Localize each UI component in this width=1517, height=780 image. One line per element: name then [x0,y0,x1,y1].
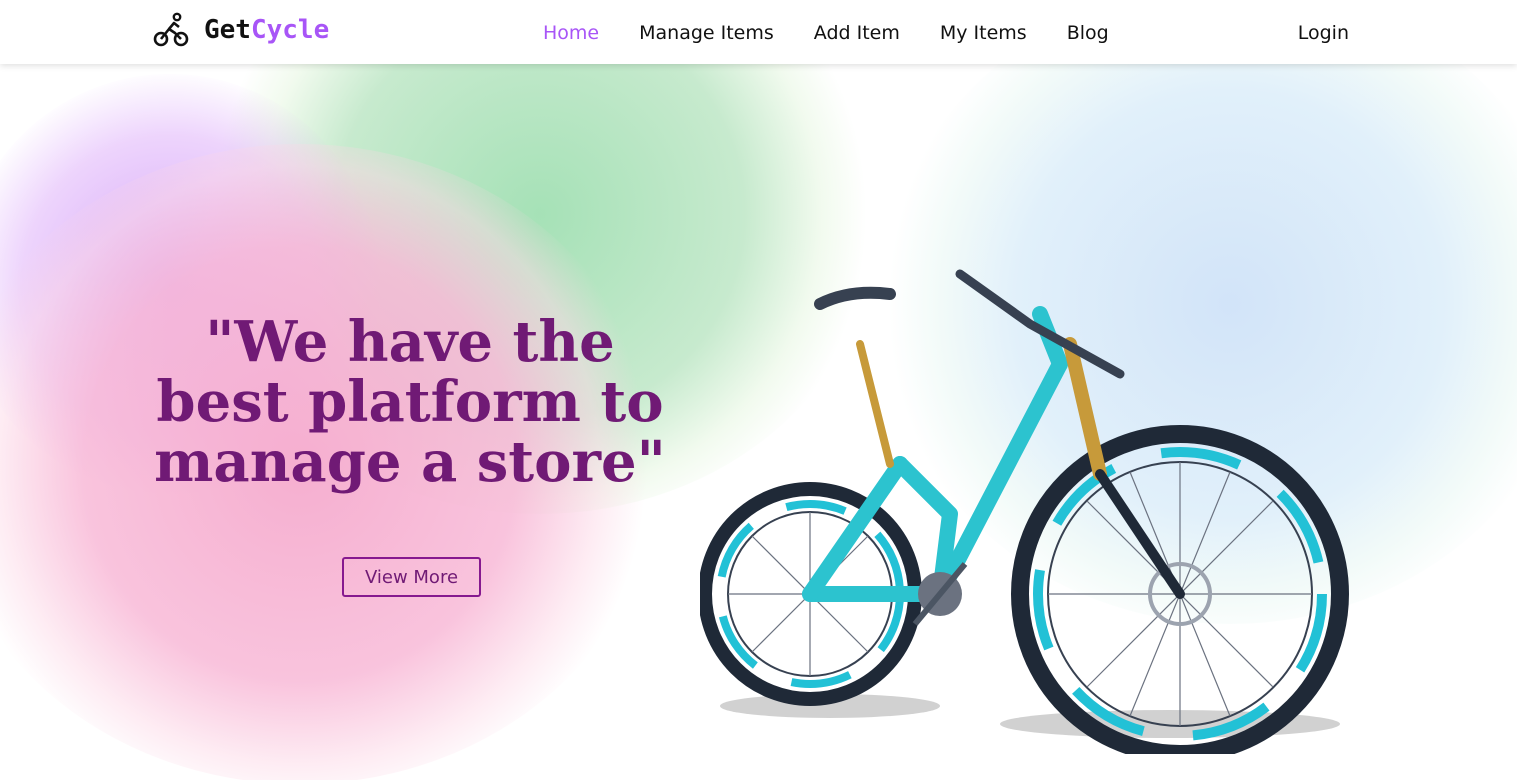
nav-blog[interactable]: Blog [1067,20,1109,46]
mountain-bike-image [700,269,1349,754]
cyclist-icon [153,12,189,47]
hero-headline: "We have the best platform to manage a s… [130,312,690,492]
login-link[interactable]: Login [1298,20,1349,46]
nav-my-items[interactable]: My Items [940,20,1027,46]
headline-line: "We have the [205,309,615,375]
brand-logo[interactable]: GetCycle [152,10,329,50]
main-nav: Home Manage Items Add Item My Items Blog [543,20,1109,46]
hero-section: "We have the best platform to manage a s… [0,64,1517,780]
headline-line: manage a store" [154,429,666,495]
nav-add-item[interactable]: Add Item [814,20,900,46]
view-more-button[interactable]: View More [342,557,481,597]
nav-manage-items[interactable]: Manage Items [639,20,774,46]
headline-line: best platform to [156,369,664,435]
nav-home[interactable]: Home [543,20,599,46]
navbar: GetCycle Home Manage Items Add Item My I… [0,0,1517,64]
brand-name: GetCycle [204,15,330,45]
